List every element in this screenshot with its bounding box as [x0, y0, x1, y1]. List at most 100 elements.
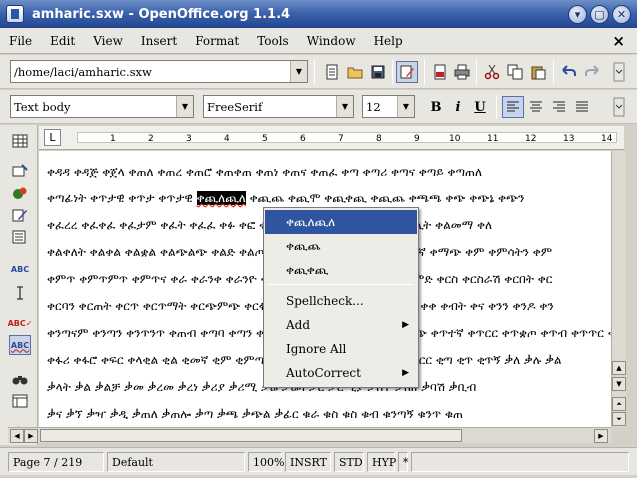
title-bar[interactable]: amharic.sxw - OpenOffice.org 1.1.4 ▾ ▢ ✕ — [0, 0, 637, 28]
menu-edit[interactable]: Edit — [41, 34, 84, 48]
insert-mode-indicator[interactable]: INSRT — [285, 452, 331, 472]
suggestion-item[interactable]: ቀጪለጪለ — [265, 210, 417, 234]
spellcheck-context-menu: ቀጪለጪለ ቀጪጨ ቀጪቀጪ Spellcheck... Add ▶ Ignore… — [263, 207, 419, 388]
edit-file-icon[interactable] — [321, 61, 343, 83]
horizontal-ruler[interactable]: L 1 2 3 4 5 6 7 8 9 10 11 12 13 14 — [39, 126, 624, 150]
next-page-icon[interactable]: ⏷ — [612, 412, 626, 426]
status-info-area — [411, 452, 629, 472]
menu-format[interactable]: Format — [186, 34, 248, 48]
toolbar-overflow-icon[interactable] — [608, 61, 630, 83]
bold-button[interactable]: B — [425, 96, 447, 118]
ignore-all-label: Ignore All — [286, 342, 347, 356]
main-toolbar: ABC ABC✓ ABC — [0, 125, 38, 445]
ruler-number: 11 — [487, 134, 499, 144]
scroll-right-end-icon[interactable]: ▶ — [594, 429, 608, 443]
draw-functions-icon[interactable] — [9, 205, 31, 225]
menu-view[interactable]: View — [84, 34, 132, 48]
page-style-indicator[interactable]: Default — [107, 452, 245, 472]
writer-document-icon — [6, 5, 24, 23]
chevron-down-icon[interactable]: ▼ — [290, 61, 307, 82]
close-document-icon[interactable]: × — [612, 32, 625, 50]
suggestion-item[interactable]: ቀጪጨ — [265, 234, 417, 258]
chevron-down-icon[interactable]: ▼ — [176, 96, 193, 117]
add-label: Add — [286, 318, 311, 332]
document-line[interactable]: ቀጣፊነት ቀጥታዊ ቀጥታ ቀጥታዊ ቀጪለጪለ ቀጪጨ ቀጪሞ ቀጪቀጪ ቀ… — [47, 191, 524, 206]
previous-page-icon[interactable]: ⏶ — [612, 397, 626, 411]
maximize-button[interactable]: ▢ — [590, 5, 609, 24]
export-pdf-icon[interactable] — [429, 61, 451, 83]
scroll-up-icon[interactable]: ▲ — [612, 361, 626, 375]
paste-icon[interactable] — [527, 61, 549, 83]
font-size-combobox[interactable]: 12 ▼ — [362, 95, 415, 118]
ruler-number: 1 — [110, 134, 116, 144]
selected-misspelled-word[interactable]: ቀጪለጪለ — [196, 191, 246, 205]
align-left-icon[interactable] — [502, 96, 524, 118]
formatting-toolbar: Text body ▼ FreeSerif ▼ 12 ▼ B i U — [0, 90, 637, 124]
zoom-indicator[interactable]: 100% — [248, 452, 284, 472]
edit-mode-icon[interactable] — [396, 61, 418, 83]
find-replace-icon[interactable] — [9, 369, 31, 389]
add-menu-item[interactable]: Add ▶ — [265, 313, 417, 337]
submenu-arrow-icon: ▶ — [402, 320, 409, 330]
document-line[interactable]: ቃና ቃኘ ቃዣ ቃዲ ቃጠለ ቃጠሎ ቃጣ ቃጫ ቃጭል ቃፊር ቁራ ቁስ … — [47, 407, 463, 422]
url-combobox[interactable]: /home/laci/amharic.sxw ▼ — [10, 60, 308, 83]
tab-stop-selector[interactable]: L — [44, 129, 61, 146]
ignore-all-menu-item[interactable]: Ignore All — [265, 337, 417, 361]
justify-icon[interactable] — [571, 96, 593, 118]
undo-icon[interactable] — [558, 61, 580, 83]
font-name-combobox[interactable]: FreeSerif ▼ — [203, 95, 354, 118]
align-right-icon[interactable] — [548, 96, 570, 118]
underline-button[interactable]: U — [469, 96, 491, 118]
selection-mode-indicator[interactable]: STD — [334, 452, 364, 472]
spellcheck-menu-item[interactable]: Spellcheck... — [265, 289, 417, 313]
modified-indicator: * — [398, 452, 409, 472]
insert-table-icon[interactable] — [9, 131, 31, 151]
close-button[interactable]: ✕ — [612, 5, 631, 24]
chevron-down-icon[interactable]: ▼ — [336, 96, 353, 117]
menu-help[interactable]: Help — [365, 34, 412, 48]
menu-window[interactable]: Window — [298, 34, 365, 48]
scrollbar-thumb[interactable] — [40, 429, 462, 442]
navigator-icon[interactable] — [9, 391, 31, 411]
menu-file[interactable]: File — [0, 34, 41, 48]
autocorrect-menu-item[interactable]: AutoCorrect ▶ — [265, 361, 417, 385]
save-icon[interactable] — [367, 61, 389, 83]
ruler-number: 8 — [376, 134, 382, 144]
page-indicator[interactable]: Page 7 / 219 — [8, 452, 104, 472]
scroll-left-icon[interactable]: ◀ — [10, 429, 24, 443]
hyperlink-mode-indicator[interactable]: HYP — [367, 452, 396, 472]
chevron-down-icon[interactable]: ▼ — [397, 96, 414, 117]
status-bar: Page 7 / 219 Default 100% INSRT STD HYP … — [0, 447, 637, 475]
align-center-icon[interactable] — [525, 96, 547, 118]
paragraph-style-combobox[interactable]: Text body ▼ — [10, 95, 194, 118]
function-toolbar: /home/laci/amharic.sxw ▼ — [0, 55, 637, 89]
menu-insert[interactable]: Insert — [132, 34, 186, 48]
auto-spellcheck-icon[interactable]: ABC — [9, 335, 31, 355]
toolbar-overflow-icon[interactable] — [608, 96, 630, 118]
print-icon[interactable] — [451, 61, 473, 83]
insert-object-icon[interactable] — [9, 183, 31, 203]
text-cursor-icon[interactable] — [9, 283, 31, 303]
spellcheck-icon[interactable]: ABC✓ — [8, 313, 33, 333]
ruler-number: 7 — [338, 134, 344, 144]
menu-tools[interactable]: Tools — [248, 34, 298, 48]
suggestion-item[interactable]: ቀጪቀጪ — [265, 258, 417, 282]
italic-button[interactable]: i — [447, 96, 469, 118]
scroll-right-icon[interactable]: ▶ — [24, 429, 38, 443]
document-line[interactable]: ቀዳዳ ቀዳጅ ቀጀላ ቀጠለ ቀጠረ ቀጠሮ ቀጠቀጠ ቀጠነ ቀጠና ቀጠፈ… — [47, 165, 482, 180]
window-title: amharic.sxw - OpenOffice.org 1.1.4 — [32, 6, 291, 22]
insert-fields-icon[interactable] — [9, 161, 31, 181]
autocomplete-icon[interactable]: ABC — [9, 259, 31, 279]
open-folder-icon[interactable] — [344, 61, 366, 83]
ruler-number: 4 — [224, 134, 230, 144]
form-functions-icon[interactable] — [9, 227, 31, 247]
cut-icon[interactable] — [481, 61, 503, 83]
copy-icon[interactable] — [504, 61, 526, 83]
vertical-scrollbar[interactable]: ▲ ▼ ⏶ ⏷ — [611, 151, 626, 427]
minimize-button[interactable]: ▾ — [568, 5, 587, 24]
scroll-down-icon[interactable]: ▼ — [612, 377, 626, 391]
horizontal-scrollbar[interactable]: ◀ ▶ ▶ — [8, 427, 611, 443]
ruler-number: 3 — [186, 134, 192, 144]
redo-icon[interactable] — [581, 61, 603, 83]
suggestion-label: ቀጪጨ — [286, 238, 321, 253]
